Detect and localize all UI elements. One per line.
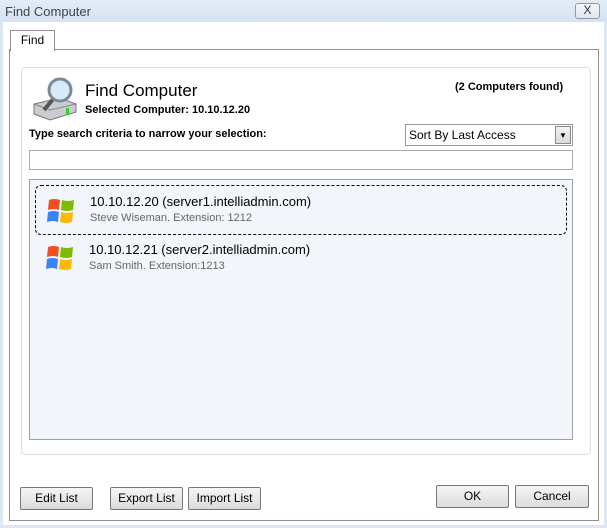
title-bar: Find Computer X (0, 0, 607, 22)
sort-select[interactable]: Sort By Last Access ▼ (405, 124, 573, 146)
edit-list-button[interactable]: Edit List (20, 487, 93, 510)
list-item[interactable]: 10.10.12.20 (server1.intelliadmin.com) S… (35, 185, 567, 235)
computer-address: 10.10.12.20 (server1.intelliadmin.com) (90, 194, 312, 209)
chevron-down-icon[interactable]: ▼ (555, 126, 571, 144)
windows-logo-icon (46, 246, 73, 270)
ok-button[interactable]: OK (436, 485, 509, 508)
page-title: Find Computer (85, 81, 198, 100)
windows-logo-icon (47, 199, 74, 223)
search-label: Type search criteria to narrow your sele… (29, 128, 267, 140)
search-input[interactable] (29, 150, 573, 170)
find-computer-icon (33, 77, 77, 121)
cancel-button[interactable]: Cancel (515, 485, 589, 508)
close-button[interactable]: X (575, 3, 600, 19)
tab-find[interactable]: Find (10, 30, 55, 51)
computer-list[interactable]: 10.10.12.20 (server1.intelliadmin.com) S… (29, 179, 573, 440)
computer-detail: Sam Smith. Extension:1213 (89, 260, 225, 272)
import-list-button[interactable]: Import List (188, 487, 261, 510)
computer-detail: Steve Wiseman. Extension: 1212 (90, 212, 253, 224)
computer-address: 10.10.12.21 (server2.intelliadmin.com) (89, 242, 311, 257)
export-list-button[interactable]: Export List (110, 487, 183, 510)
selected-computer: Selected Computer: 10.10.12.20 (85, 104, 251, 116)
window-title: Find Computer (5, 4, 91, 19)
found-count: (2 Computers found) (455, 81, 564, 93)
sort-value: Sort By Last Access (409, 128, 516, 142)
list-item[interactable]: 10.10.12.21 (server2.intelliadmin.com) S… (35, 237, 567, 287)
